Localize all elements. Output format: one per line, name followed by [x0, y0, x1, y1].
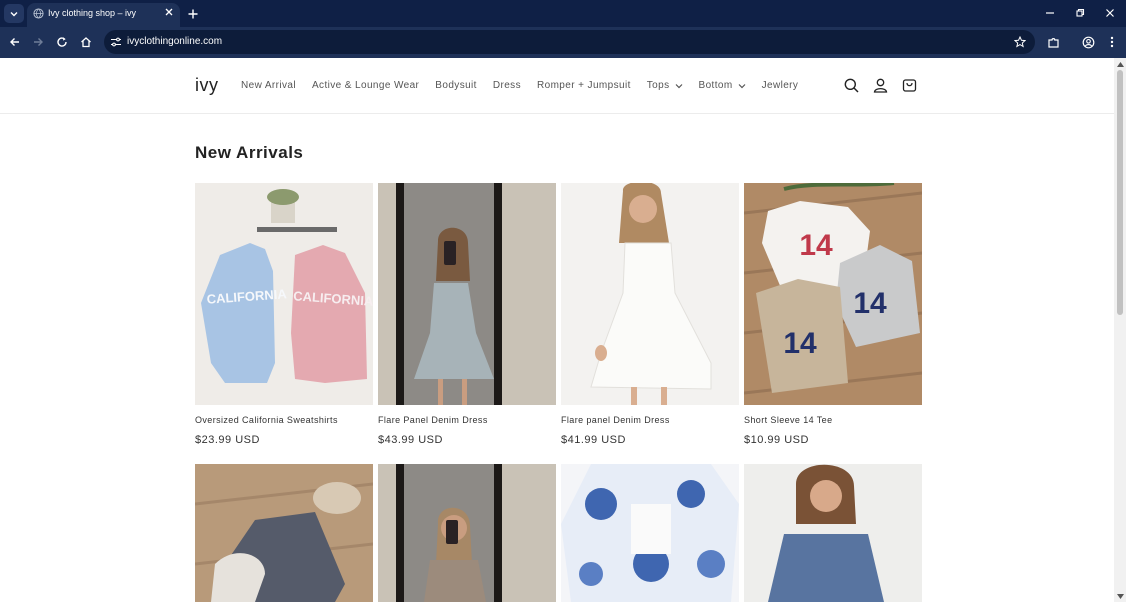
page-scrollbar[interactable]	[1114, 58, 1126, 602]
product-image[interactable]: CALIFORNIA CALIFORNIA	[195, 183, 373, 405]
nav-label: New Arrival	[241, 80, 296, 91]
close-window-button[interactable]	[1103, 6, 1117, 20]
arrow-right-icon	[34, 38, 43, 46]
profile-button[interactable]	[1080, 34, 1096, 50]
minimize-button[interactable]	[1043, 6, 1057, 20]
nav-item-dress[interactable]: Dress	[493, 80, 521, 91]
search-icon	[844, 78, 859, 93]
address-bar[interactable]: ivyclothingonline.com	[104, 30, 1035, 54]
tab-close-button[interactable]	[163, 6, 175, 18]
svg-text:14: 14	[799, 229, 833, 262]
star-icon	[1014, 36, 1026, 48]
nav-label: Jewlery	[761, 80, 799, 91]
nav-item-jewlery[interactable]: Jewlery	[762, 80, 799, 91]
nav-item-tops[interactable]: Tops	[647, 80, 683, 91]
section-title: New Arrivals	[195, 143, 304, 162]
product-title[interactable]: Flare panel Denim Dress	[561, 415, 739, 425]
product-image[interactable]	[195, 464, 373, 602]
reload-icon	[57, 37, 67, 47]
product-image[interactable]	[744, 464, 922, 602]
product-image[interactable]	[378, 464, 556, 602]
scroll-up-button[interactable]	[1116, 60, 1124, 68]
product-card[interactable]: 14 14 14 Short Sleeve 14 Tee $10.99 USD	[744, 183, 922, 446]
site-info-icon[interactable]	[110, 36, 122, 48]
cart-button[interactable]	[901, 77, 917, 93]
browser-tab-strip: Ivy clothing shop – ivy	[0, 0, 1126, 27]
product-card[interactable]: Flare Panel Denim Dress $43.99 USD	[378, 183, 556, 446]
scroll-down-button[interactable]	[1116, 592, 1124, 600]
bookmark-button[interactable]	[1013, 35, 1027, 49]
product-price: $43.99 USD	[378, 434, 443, 446]
main-nav: New Arrival Active & Lounge Wear Bodysui…	[241, 80, 798, 91]
product-card[interactable]	[378, 464, 556, 602]
site-header: ivy New Arrival Active & Lounge Wear Bod…	[0, 58, 1114, 114]
profile-icon	[1082, 36, 1094, 48]
nav-label: Romper + Jumpsuit	[536, 80, 631, 91]
restore-icon	[1076, 8, 1085, 17]
home-icon	[81, 37, 91, 48]
product-price: $41.99 USD	[561, 434, 626, 446]
site-logo[interactable]: ivy	[195, 75, 219, 96]
home-button[interactable]	[78, 34, 94, 50]
product-image[interactable]	[378, 183, 556, 405]
extensions-button[interactable]	[1045, 34, 1061, 50]
search-button[interactable]	[843, 77, 859, 93]
nav-label: Active & Lounge Wear	[311, 80, 420, 91]
account-button[interactable]	[872, 77, 888, 93]
puzzle-icon	[1047, 37, 1059, 48]
chevron-down-icon	[10, 11, 18, 16]
svg-text:14: 14	[853, 287, 887, 320]
more-vertical-icon	[1110, 36, 1114, 48]
product-card[interactable]	[744, 464, 922, 602]
nav-label: Bodysuit	[435, 80, 477, 91]
product-image[interactable]	[561, 183, 739, 405]
product-image[interactable]	[561, 464, 739, 602]
new-tab-button[interactable]	[186, 7, 200, 21]
product-card[interactable]: CALIFORNIA CALIFORNIA Oversized Californ…	[195, 183, 373, 446]
nav-label: Tops	[646, 80, 670, 91]
restore-button[interactable]	[1073, 6, 1087, 20]
cart-icon	[902, 78, 916, 92]
browser-tab[interactable]: Ivy clothing shop – ivy	[27, 3, 180, 27]
browser-menu-button[interactable]	[1104, 34, 1120, 50]
arrow-left-icon	[10, 38, 19, 46]
close-icon	[165, 8, 173, 16]
product-title[interactable]: Short Sleeve 14 Tee	[744, 415, 922, 425]
nav-item-new-arrival[interactable]: New Arrival	[241, 80, 296, 91]
nav-item-bottom[interactable]: Bottom	[699, 80, 746, 91]
nav-item-active-lounge-wear[interactable]: Active & Lounge Wear	[312, 80, 419, 91]
back-button[interactable]	[7, 34, 23, 50]
browser-toolbar: ivyclothingonline.com	[0, 27, 1126, 58]
tab-search-button[interactable]	[4, 4, 24, 23]
globe-icon	[33, 8, 44, 19]
scroll-thumb[interactable]	[1117, 70, 1123, 315]
minimize-icon	[1046, 12, 1054, 14]
forward-button[interactable]	[30, 34, 46, 50]
nav-label: Dress	[492, 80, 521, 91]
nav-item-bodysuit[interactable]: Bodysuit	[435, 80, 477, 91]
product-title[interactable]: Flare Panel Denim Dress	[378, 415, 556, 425]
reload-button[interactable]	[54, 34, 70, 50]
product-card[interactable]: Flare panel Denim Dress $41.99 USD	[561, 183, 739, 446]
nav-item-romper-jumpsuit[interactable]: Romper + Jumpsuit	[537, 80, 631, 91]
tab-title: Ivy clothing shop – ivy	[48, 8, 137, 18]
product-price: $23.99 USD	[195, 434, 260, 446]
product-title[interactable]: Oversized California Sweatshirts	[195, 415, 373, 425]
product-image[interactable]: 14 14 14	[744, 183, 922, 405]
svg-text:14: 14	[783, 327, 817, 360]
product-price: $10.99 USD	[744, 434, 809, 446]
triangle-up-icon	[1116, 61, 1124, 67]
chevron-down-icon	[675, 83, 682, 88]
chevron-down-icon	[738, 83, 746, 88]
plus-icon	[188, 9, 198, 19]
triangle-down-icon	[1116, 593, 1124, 599]
product-card[interactable]	[561, 464, 739, 602]
nav-label: Bottom	[698, 80, 733, 91]
url-text: ivyclothingonline.com	[127, 36, 223, 47]
product-card[interactable]	[195, 464, 373, 602]
account-icon	[873, 78, 887, 93]
close-icon	[1106, 9, 1114, 17]
